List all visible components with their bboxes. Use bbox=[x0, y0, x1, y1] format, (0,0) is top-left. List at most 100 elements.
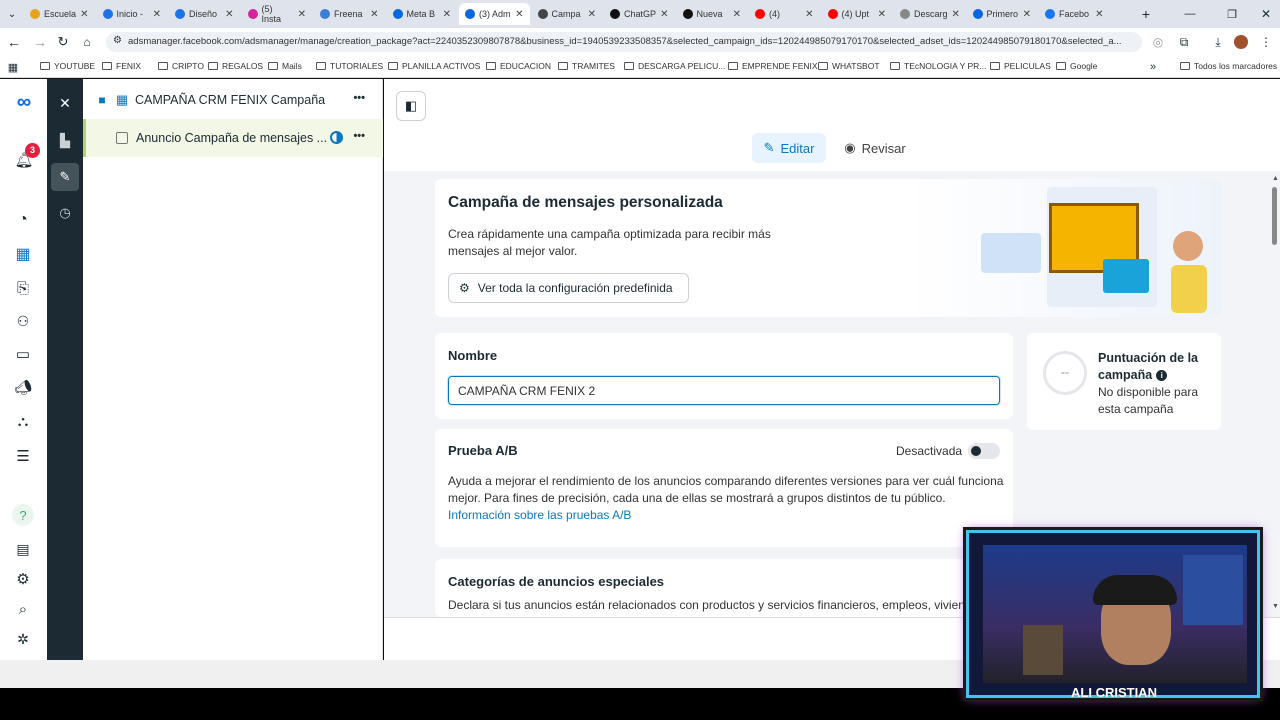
browser-tab[interactable]: Meta B ✕ bbox=[387, 3, 458, 25]
bookmark-item[interactable]: TUTORIALES bbox=[316, 61, 383, 71]
tab-close-icon[interactable]: ✕ bbox=[805, 9, 813, 20]
tree-campaign-name: CAMPAÑA CRM FENIX Campaña bbox=[135, 93, 326, 107]
reload-icon[interactable]: ↻ bbox=[55, 34, 71, 50]
tab-close-icon[interactable]: ✕ bbox=[515, 9, 523, 20]
bookmark-item[interactable]: EMPRENDE FENIX bbox=[728, 61, 818, 71]
profile-avatar[interactable] bbox=[1234, 35, 1248, 49]
bookmark-item[interactable]: REGALOS bbox=[208, 61, 263, 71]
editor-scrollbar[interactable]: ▲ ▼ bbox=[1270, 175, 1279, 615]
tab-close-icon[interactable]: ✕ bbox=[80, 9, 88, 20]
bookmark-item[interactable]: TRAMITES bbox=[558, 61, 615, 71]
dashboard-gauge-icon[interactable]: ◔ bbox=[12, 209, 34, 231]
download-icon[interactable]: ⤓ bbox=[1210, 34, 1226, 50]
campaign-more-icon[interactable]: ••• bbox=[353, 92, 365, 104]
restore-icon[interactable]: ❐ bbox=[1224, 6, 1240, 22]
browser-tab[interactable]: Campa ✕ bbox=[532, 3, 603, 25]
tab-close-icon[interactable]: ✕ bbox=[588, 9, 596, 20]
extension-icon[interactable]: ◎ bbox=[1150, 34, 1166, 50]
view-config-button[interactable]: ⚙ Ver toda la configuración predefinida bbox=[448, 273, 689, 303]
bookmark-item[interactable]: CRIPTO bbox=[158, 61, 204, 71]
browser-tab[interactable]: (4) ✕ bbox=[749, 3, 820, 25]
pages-icon[interactable]: ⎘ bbox=[12, 277, 34, 299]
close-editor-icon[interactable]: ✕ bbox=[51, 89, 79, 117]
bug-report-icon[interactable]: ✲ bbox=[12, 628, 34, 650]
tab-close-icon[interactable]: ✕ bbox=[370, 9, 378, 20]
apps-grid-icon[interactable]: ▦ bbox=[6, 60, 20, 74]
bookmark-item[interactable]: Google bbox=[1056, 61, 1097, 71]
extensions-puzzle-icon[interactable]: ⧉ bbox=[1176, 34, 1192, 50]
billing-card-icon[interactable]: ▭ bbox=[12, 343, 34, 365]
browser-tab[interactable]: Facebo ✕ bbox=[1039, 3, 1110, 25]
campaign-name-input[interactable]: CAMPAÑA CRM FENIX 2 bbox=[448, 376, 1000, 405]
audiences-icon[interactable]: ⚇ bbox=[12, 310, 34, 332]
browser-tab[interactable]: Descarg ✕ bbox=[894, 3, 965, 25]
tab-close-icon[interactable]: ✕ bbox=[878, 9, 886, 20]
ad-more-icon[interactable]: ••• bbox=[353, 130, 365, 142]
tab-close-icon[interactable]: ✕ bbox=[952, 9, 960, 20]
edit-mode-button[interactable]: ✎ Editar bbox=[752, 133, 826, 163]
tab-close-icon[interactable]: ✕ bbox=[1095, 9, 1103, 20]
history-clock-icon[interactable]: ◷ bbox=[51, 199, 79, 227]
ab-test-info-link[interactable]: Información sobre las pruebas A/B bbox=[448, 508, 631, 522]
help-icon[interactable]: ? bbox=[12, 504, 34, 526]
browser-tab[interactable]: Primero ✕ bbox=[967, 3, 1038, 25]
all-tools-menu-icon[interactable]: ☰ bbox=[12, 445, 34, 467]
tab-close-icon[interactable]: ✕ bbox=[733, 9, 741, 20]
search-icon[interactable]: ⌕ bbox=[12, 598, 34, 620]
bookmark-item[interactable]: EDUCACION bbox=[486, 61, 551, 71]
more-bookmarks-icon[interactable]: » bbox=[1146, 60, 1160, 74]
tab-close-icon[interactable]: ✕ bbox=[225, 9, 233, 20]
new-tab-icon[interactable]: + bbox=[1138, 6, 1154, 22]
edit-pencil-icon[interactable]: ✎ bbox=[51, 163, 79, 191]
toggle-panel-icon[interactable]: ◧ bbox=[396, 91, 426, 121]
browser-tab[interactable]: (3) Adm ✕ bbox=[459, 3, 530, 25]
tab-close-icon[interactable]: ✕ bbox=[153, 9, 161, 20]
tab-close-icon[interactable]: ✕ bbox=[1023, 9, 1031, 20]
browser-tab[interactable]: Inicio - ✕ bbox=[97, 3, 168, 25]
browser-tab[interactable]: Freena ✕ bbox=[314, 3, 385, 25]
bookmark-item[interactable]: Mails bbox=[268, 61, 302, 71]
tree-ad-row[interactable]: Anuncio Campaña de mensajes ... ••• bbox=[83, 119, 383, 157]
browser-menu-icon[interactable]: ⋮ bbox=[1258, 34, 1274, 50]
scroll-up-icon[interactable]: ▲ bbox=[1272, 175, 1279, 182]
browser-tab[interactable]: Diseño ✕ bbox=[169, 3, 240, 25]
bookmark-item[interactable]: FENIX bbox=[102, 61, 141, 71]
back-icon[interactable]: ← bbox=[6, 34, 22, 50]
meta-logo-icon[interactable]: ∞ bbox=[10, 91, 38, 113]
all-bookmarks[interactable]: Todos los marcadores bbox=[1180, 61, 1277, 71]
info-icon[interactable]: i bbox=[1156, 369, 1168, 381]
bookmark-item[interactable]: YOUTUBE bbox=[40, 61, 95, 71]
settings-gear-icon[interactable]: ⚙ bbox=[12, 568, 34, 590]
ads-manager-table-icon[interactable]: ▦ bbox=[12, 243, 34, 265]
tab-close-icon[interactable]: ✕ bbox=[298, 9, 306, 20]
ab-test-toggle[interactable] bbox=[968, 443, 1000, 459]
review-mode-button[interactable]: ◉ Revisar bbox=[840, 133, 910, 163]
minimize-icon[interactable]: — bbox=[1182, 6, 1198, 22]
bookmark-item[interactable]: WHATSBOT bbox=[818, 61, 880, 71]
scroll-thumb[interactable] bbox=[1272, 187, 1277, 245]
tree-campaign-row[interactable]: ■ ▦ CAMPAÑA CRM FENIX Campaña ••• bbox=[83, 83, 383, 117]
browser-tab[interactable]: (5) Insta ✕ bbox=[242, 3, 313, 25]
ad-status-icon[interactable] bbox=[330, 131, 343, 144]
close-window-icon[interactable]: ✕ bbox=[1258, 6, 1274, 22]
tab-search-icon[interactable]: ⌄ bbox=[4, 6, 20, 22]
tab-close-icon[interactable]: ✕ bbox=[660, 9, 668, 20]
bookmark-item[interactable]: TEcNOLOGIA Y PR... bbox=[890, 61, 986, 71]
site-info-icon[interactable]: ⚙ bbox=[113, 35, 122, 46]
home-icon[interactable]: ⌂ bbox=[79, 34, 95, 50]
charts-icon[interactable]: ▙ bbox=[51, 127, 79, 155]
business-hierarchy-icon[interactable]: ⛬ bbox=[12, 410, 34, 432]
browser-tab[interactable]: Nueva ✕ bbox=[677, 3, 748, 25]
address-bar[interactable]: ⚙ adsmanager.facebook.com/adsmanager/man… bbox=[106, 32, 1142, 52]
browser-tab[interactable]: Escuela ✕ bbox=[24, 3, 95, 25]
news-feed-icon[interactable]: ▤ bbox=[12, 538, 34, 560]
browser-tab[interactable]: ChatGP ✕ bbox=[604, 3, 675, 25]
forward-icon[interactable]: → bbox=[32, 34, 48, 50]
bookmark-item[interactable]: PELICULAS bbox=[990, 61, 1051, 71]
bookmark-item[interactable]: DESCARGA PELICU... bbox=[624, 61, 725, 71]
tab-close-icon[interactable]: ✕ bbox=[443, 9, 451, 20]
megaphone-icon[interactable]: 📣︎ bbox=[12, 376, 34, 398]
scroll-down-icon[interactable]: ▼ bbox=[1272, 603, 1279, 610]
bookmark-item[interactable]: PLANILLA ACTIVOS bbox=[388, 61, 480, 71]
browser-tab[interactable]: (4) Upt ✕ bbox=[822, 3, 893, 25]
